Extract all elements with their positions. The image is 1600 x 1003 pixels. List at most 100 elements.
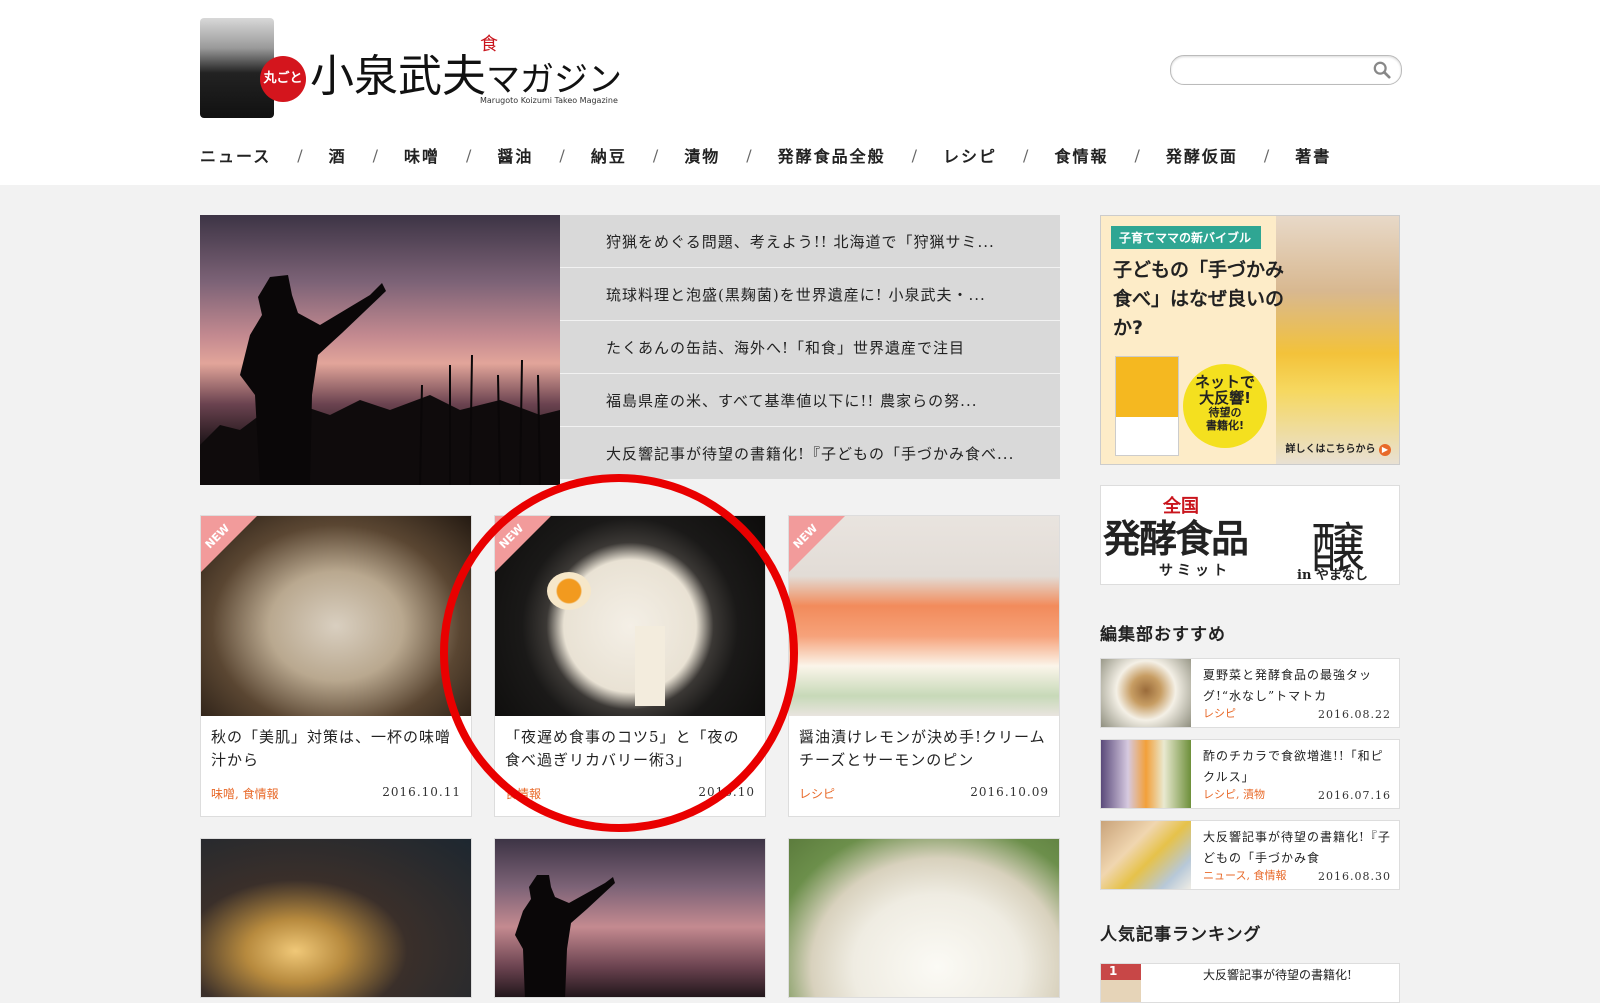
logo-badge: 丸ごと (260, 56, 306, 102)
card-tags[interactable]: 味噌, 食情報 (211, 785, 279, 802)
article-card-6[interactable] (788, 838, 1060, 998)
card-tags[interactable]: 食情報 (505, 785, 541, 802)
card-image-pudding (201, 839, 471, 997)
card-title[interactable]: 秋の「美肌」対策は、一杯の味噌汁から (201, 716, 471, 778)
recommend-heading: 編集部おすすめ (1100, 625, 1226, 645)
article-card-1[interactable]: NEW 秋の「美肌」対策は、一杯の味噌汁から 味噌, 食情報 2016.10.1… (200, 515, 472, 817)
rec-image (1101, 659, 1191, 727)
nav-separator: / (652, 145, 659, 165)
logo-title-main: 小泉武夫 (310, 51, 486, 102)
ad-circle: ネットで 大反響! 待望の 書籍化! (1183, 364, 1267, 448)
recommend-item-1[interactable]: 夏野菜と発酵食品の最強タッグ!“水なし”トマトカ レシピ 2016.08.22 (1100, 658, 1400, 728)
main-nav: ニュース / 酒 / 味噌 / 醤油 / 納豆 / 漬物 / 発酵食品全般 / レシピ / 食情報 / 発酵仮面 / 著… (200, 140, 1331, 170)
nav-separator: / (466, 145, 472, 165)
hero-image-hunter[interactable] (200, 215, 560, 485)
rec-image (1101, 740, 1191, 808)
card-title[interactable]: 「夜遅め食事のコツ5」と「夜の食べ過ぎリカバリー術3」 (495, 716, 765, 778)
card-tags[interactable]: レシピ (799, 785, 835, 802)
ranking-heading: 人気記事ランキング (1100, 925, 1262, 945)
circle-line-4: 書籍化! (1205, 419, 1245, 432)
site-header: 丸ごと 食 小泉武夫マガジン Marugoto Koizumi Takeo Ma… (0, 0, 1600, 185)
ad-more-label: 詳しくはこちらから (1285, 444, 1376, 455)
search-box (1170, 55, 1402, 85)
nav-item[interactable]: 醤油 (497, 143, 533, 167)
nav-separator: / (746, 145, 752, 165)
child-photo (1276, 216, 1399, 464)
nav-item[interactable]: 著書 (1295, 143, 1331, 167)
nav-item[interactable]: レシピ (943, 143, 997, 167)
rec-title: 夏野菜と発酵食品の最強タッグ!“水なし”トマトカ (1203, 668, 1373, 703)
card-date: 2016.10.11 (382, 785, 461, 799)
rank-title: 大反響記事が待望の書籍化! (1203, 968, 1352, 982)
hunter-silhouette-small (515, 875, 615, 997)
nav-item[interactable]: 漬物 (684, 143, 720, 167)
search-icon[interactable] (1373, 61, 1391, 79)
nav-item[interactable]: 納豆 (591, 143, 627, 167)
circle-line-3: 待望の (1208, 406, 1242, 419)
recommend-item-3[interactable]: 大反響記事が待望の書籍化!『子どもの「手づかみ食 ニュース, 食情報 2016.… (1100, 820, 1400, 890)
nav-item[interactable]: 味噌 (404, 143, 440, 167)
card-image-ramen: NEW (495, 516, 765, 716)
card-image-salmon-pinchos: NEW (789, 516, 1059, 716)
nav-separator: / (1263, 145, 1270, 165)
article-card-2[interactable]: NEW 「夜遅め食事のコツ5」と「夜の食べ過ぎリカバリー術3」 食情報 2016… (494, 515, 766, 817)
card-meta: 食情報 2016.10 (505, 785, 755, 802)
egg-decoration (547, 572, 591, 610)
rec-date: 2016.07.16 (1318, 789, 1391, 802)
logo-title-small: マガジン (486, 60, 622, 100)
card-date: 2016.10.09 (970, 785, 1049, 799)
article-card-5[interactable] (494, 838, 766, 998)
hero-headline-item[interactable]: 大反響記事が待望の書籍化!『子どもの「手づかみ食べ... (560, 427, 1060, 480)
card-image-hunter (495, 839, 765, 997)
article-card-3[interactable]: NEW 醤油漬けレモンが決め手!クリームチーズとサーモンのピン レシピ 2016… (788, 515, 1060, 817)
rec-title: 酢のチカラで食欲増進!!「和ピクルス」 (1203, 749, 1384, 784)
rec-date: 2016.08.22 (1318, 708, 1391, 721)
rec-image (1101, 821, 1191, 889)
card-meta: レシピ 2016.10.09 (799, 785, 1049, 802)
site-logo[interactable]: 丸ごと 食 小泉武夫マガジン Marugoto Koizumi Takeo Ma… (200, 18, 622, 118)
logo-title: 小泉武夫マガジン (310, 40, 622, 104)
play-arrow-icon: ▶ (1379, 444, 1391, 456)
nav-separator: / (372, 145, 378, 165)
nav-item[interactable]: ニュース (200, 143, 271, 167)
nav-item[interactable]: 酒 (329, 143, 347, 167)
noodle-decoration (635, 626, 665, 706)
ad-tag: 子育てママの新バイブル (1111, 226, 1262, 249)
ranking-item-1[interactable]: 1 大反響記事が待望の書籍化! (1100, 963, 1400, 1003)
rank-number: 1 (1101, 964, 1141, 1002)
rec-tags[interactable]: レシピ (1203, 705, 1236, 721)
recommend-item-2[interactable]: 酢のチカラで食欲増進!!「和ピクルス」 レシピ, 漬物 2016.07.16 (1100, 739, 1400, 809)
hero-headline-item[interactable]: たくあんの缶詰、海外へ!「和食」世界遺産で注目 (560, 321, 1060, 374)
summit-main: 発酵食品 (1103, 516, 1249, 561)
hunter-silhouette (200, 275, 560, 485)
logo-subtitle: Marugoto Koizumi Takeo Magazine (480, 96, 618, 105)
hero-headline-item[interactable]: 狩猟をめぐる問題、考えよう!! 北海道で「狩猟サミ... (560, 215, 1060, 268)
ad-more-link[interactable]: 詳しくはこちらから ▶ (1286, 440, 1391, 456)
circle-line-1: ネットで (1194, 373, 1255, 391)
fermentation-summit-banner[interactable]: 全国 発酵食品 サミット 醸 in やまなし (1100, 485, 1400, 585)
book-cover (1115, 356, 1179, 456)
nav-separator: / (297, 145, 303, 165)
circle-line-2: 大反響! (1199, 389, 1251, 407)
nav-separator: / (911, 145, 918, 165)
hero-headline-item[interactable]: 福島県産の米、すべて基準値以下に!! 農家らの努... (560, 374, 1060, 427)
book-ad-banner[interactable]: 子育てママの新バイブル 子どもの「手づかみ食べ」はなぜ良いのか? ネットで 大反… (1100, 215, 1400, 465)
card-title[interactable]: 醤油漬けレモンが決め手!クリームチーズとサーモンのピン (789, 716, 1059, 778)
hero-section: 狩猟をめぐる問題、考えよう!! 北海道で「狩猟サミ... 琉球料理と泡盛(黒麹菌)… (200, 215, 1060, 485)
card-image-miso-soup: NEW (201, 516, 471, 716)
search-input[interactable] (1183, 60, 1367, 82)
article-card-4[interactable] (200, 838, 472, 998)
nav-item[interactable]: 食情報 (1054, 143, 1108, 167)
nav-separator: / (559, 145, 565, 165)
card-image-chicken (789, 839, 1059, 997)
hero-headline-list: 狩猟をめぐる問題、考えよう!! 北海道で「狩猟サミ... 琉球料理と泡盛(黒麹菌)… (560, 215, 1060, 485)
rec-tags[interactable]: ニュース, 食情報 (1203, 867, 1286, 883)
hero-headline-item[interactable]: 琉球料理と泡盛(黒麹菌)を世界遺産に! 小泉武夫・... (560, 268, 1060, 321)
rec-tags[interactable]: レシピ, 漬物 (1203, 786, 1265, 802)
summit-sub: サミット (1159, 563, 1231, 579)
nav-item[interactable]: 発酵仮面 (1166, 143, 1238, 167)
card-meta: 味噌, 食情報 2016.10.11 (211, 785, 461, 802)
rec-date: 2016.08.30 (1318, 870, 1391, 883)
summit-location: in やまなし (1297, 568, 1368, 583)
nav-item[interactable]: 発酵食品全般 (778, 143, 886, 167)
